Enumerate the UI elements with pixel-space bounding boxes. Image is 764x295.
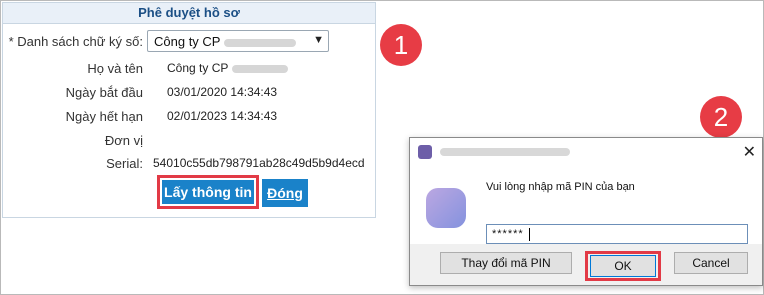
get-info-highlight: Lấy thông tin — [157, 175, 259, 209]
serial-label: Serial: — [106, 156, 143, 171]
dialog-titlebar: ✕ — [410, 138, 762, 164]
app-icon — [418, 145, 432, 159]
step-badge-2: 2 — [700, 96, 742, 138]
pin-input[interactable]: ****** — [486, 224, 748, 244]
start-date-value: 03/01/2020 14:34:43 — [167, 85, 278, 99]
cancel-button[interactable]: Cancel — [674, 252, 748, 274]
unit-label: Đơn vị — [104, 133, 143, 148]
text-caret — [529, 228, 530, 241]
close-button[interactable]: Đóng — [262, 179, 308, 207]
pin-prompt: Vui lòng nhập mã PIN của bạn — [486, 181, 635, 193]
pin-value: ****** — [492, 228, 524, 240]
change-pin-button[interactable]: Thay đổi mã PIN — [440, 252, 572, 274]
close-icon[interactable]: ✕ — [743, 142, 756, 162]
end-date-value: 02/01/2023 14:34:43 — [167, 109, 278, 123]
cert-select[interactable]: Công ty CP ▼ — [147, 30, 329, 52]
cert-select-value: Công ty CP — [154, 34, 297, 49]
full-name-value: Công ty CP — [167, 61, 289, 75]
panel-title: Phê duyệt hồ sơ — [3, 3, 375, 24]
step-badge-1: 1 — [380, 24, 422, 66]
full-name-label: Họ và tên — [87, 61, 143, 76]
cert-list-label: * Danh sách chữ ký số: — [8, 34, 143, 49]
token-logo-icon — [426, 188, 466, 228]
ok-highlight: OK — [585, 251, 661, 281]
ok-button[interactable]: OK — [590, 255, 656, 277]
approval-panel: Phê duyệt hồ sơ * Danh sách chữ ký số: C… — [2, 2, 376, 218]
serial-value: 54010c55db798791ab28c49d5b9d4ecd — [153, 156, 365, 170]
get-info-button[interactable]: Lấy thông tin — [162, 180, 254, 204]
dropdown-arrow-icon[interactable]: ▼ — [313, 34, 324, 46]
end-date-label: Ngày hết hạn — [65, 109, 143, 124]
start-date-label: Ngày bắt đầu — [65, 85, 143, 100]
dialog-title-redacted — [440, 148, 570, 156]
